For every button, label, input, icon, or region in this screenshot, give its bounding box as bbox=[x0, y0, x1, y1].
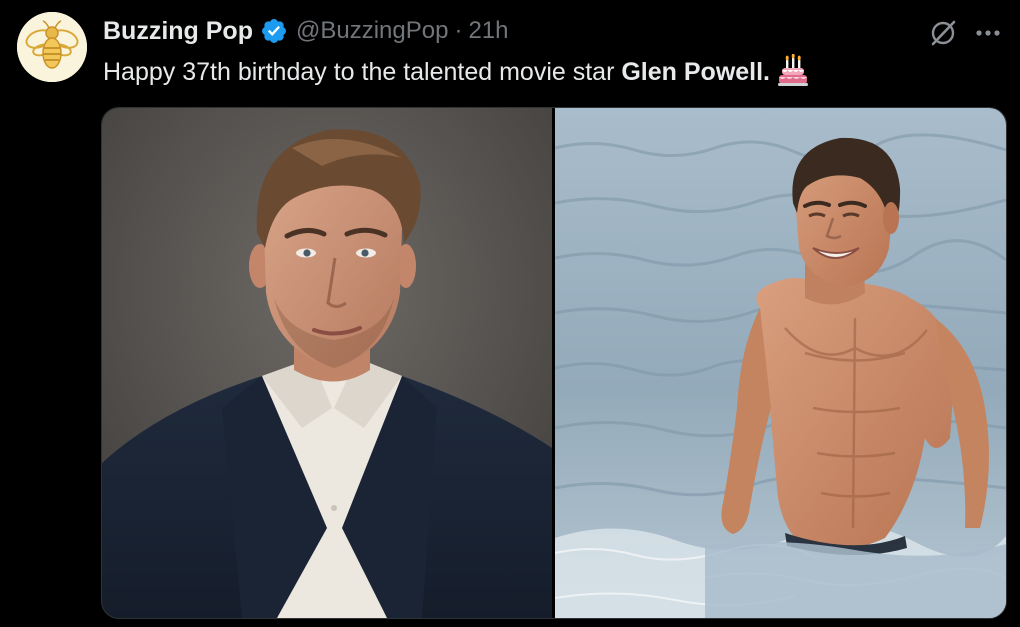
tweet-text-mention-name: Glen Powell. bbox=[621, 58, 771, 86]
media-photo-portrait[interactable] bbox=[102, 108, 552, 618]
grok-icon[interactable] bbox=[927, 17, 959, 49]
tweet[interactable]: Buzzing Pop @BuzzingPop · 21h Happy 37th… bbox=[0, 0, 1020, 627]
tweet-media-grid bbox=[101, 107, 1007, 619]
verified-badge-icon[interactable] bbox=[260, 17, 288, 45]
tweet-text-plain: Happy 37th birthday to the talented movi… bbox=[103, 58, 622, 86]
tweet-header: Buzzing Pop @BuzzingPop · 21h bbox=[103, 14, 508, 48]
author-handle[interactable]: @BuzzingPop bbox=[296, 17, 448, 45]
tweet-timestamp[interactable]: 21h bbox=[468, 17, 508, 45]
ocean-image bbox=[555, 108, 1006, 618]
author-avatar[interactable] bbox=[17, 12, 87, 82]
bee-logo-icon bbox=[17, 12, 87, 82]
media-photo-ocean[interactable] bbox=[555, 108, 1006, 618]
separator-dot: · bbox=[454, 17, 463, 44]
tweet-text: Happy 37th birthday to the talented movi… bbox=[103, 53, 809, 87]
birthday-cake-icon bbox=[778, 53, 809, 86]
author-display-name[interactable]: Buzzing Pop bbox=[103, 17, 253, 46]
portrait-image bbox=[102, 108, 552, 618]
more-options-icon[interactable] bbox=[973, 21, 1003, 45]
